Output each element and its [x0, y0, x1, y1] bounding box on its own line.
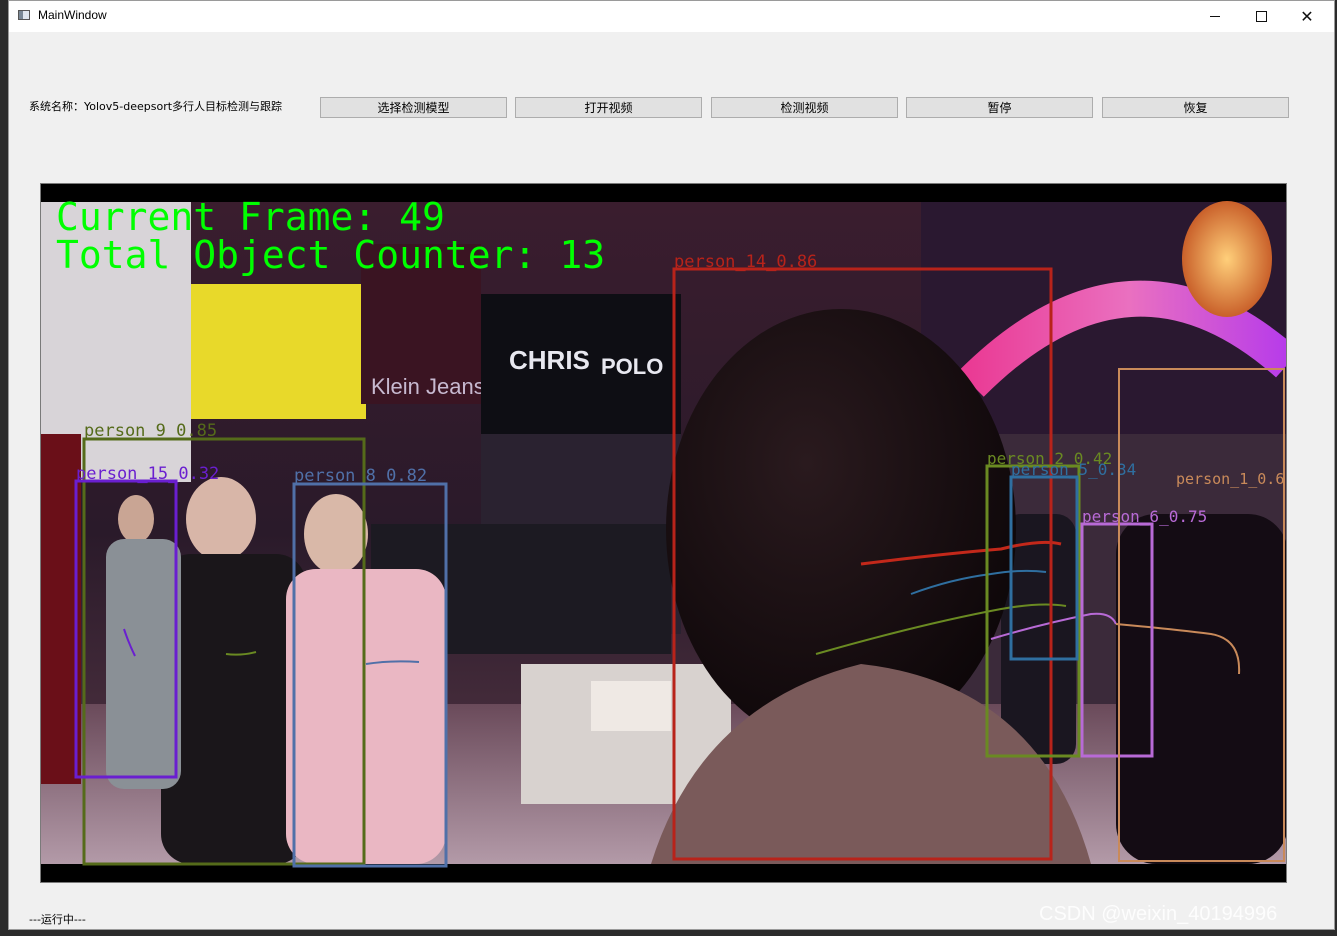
open-video-button[interactable]: 打开视频: [515, 97, 702, 118]
kiosk-notice: [591, 681, 671, 731]
person-body-left: [161, 554, 306, 864]
detect-video-button[interactable]: 检测视频: [711, 97, 898, 118]
person-body-pink: [286, 569, 446, 864]
title-bar[interactable]: MainWindow ✕: [9, 1, 1334, 32]
person-body-far-left: [106, 539, 181, 789]
detection-label: person_1_0.6: [1176, 470, 1284, 488]
csdn-watermark: CSDN @weixin_40194996: [1039, 903, 1278, 925]
detection-label: person_8_0.82: [294, 466, 427, 486]
person-face-far-left: [118, 495, 154, 543]
select-model-button[interactable]: 选择检测模型: [320, 97, 507, 118]
detection-label: person_6_0.75: [1082, 507, 1207, 526]
detection-label: person_9_0.85: [84, 421, 217, 441]
klein-jeans-sign: Klein Jeans: [371, 374, 485, 399]
status-bar-text: ---运行中---: [29, 913, 86, 926]
minimize-button[interactable]: [1192, 1, 1238, 32]
polo-sign: POLO: [601, 354, 663, 379]
detection-label: person_5_0.34: [1011, 460, 1136, 479]
person-body-right: [1116, 514, 1286, 864]
window-title: MainWindow: [38, 8, 107, 22]
maximize-button[interactable]: [1238, 1, 1284, 32]
system-name-label: 系统名称：Yolov5-deepsort多行人目标检测与跟踪: [29, 100, 283, 113]
object-counter-overlay: Total Object Counter: 13: [56, 233, 605, 277]
detection-label: person_14_0.86: [674, 252, 817, 272]
maximize-icon: [1255, 11, 1267, 22]
chris-sign: CHRIS: [509, 345, 590, 375]
video-frame-canvas: Klein Jeans CHRIS POLO person_9_0.85 per…: [41, 184, 1286, 882]
lantern: [1182, 201, 1272, 317]
person-face-pink: [304, 494, 368, 574]
letterbox-bottom: [41, 864, 1286, 882]
person-face-left: [186, 477, 256, 561]
close-icon: ✕: [1300, 7, 1314, 26]
pause-button[interactable]: 暂停: [906, 97, 1093, 118]
resume-button[interactable]: 恢复: [1102, 97, 1289, 118]
video-display: Klein Jeans CHRIS POLO person_9_0.85 per…: [40, 183, 1287, 883]
detection-label: person_15_0.32: [76, 464, 219, 484]
close-button[interactable]: ✕: [1284, 1, 1330, 32]
app-window-icon: [18, 10, 30, 20]
yellow-sign: [191, 284, 366, 419]
main-window: MainWindow ✕ 系统名称：Yolov5-deepsort多行人目标检测…: [8, 0, 1335, 930]
minimize-icon: [1210, 16, 1220, 17]
